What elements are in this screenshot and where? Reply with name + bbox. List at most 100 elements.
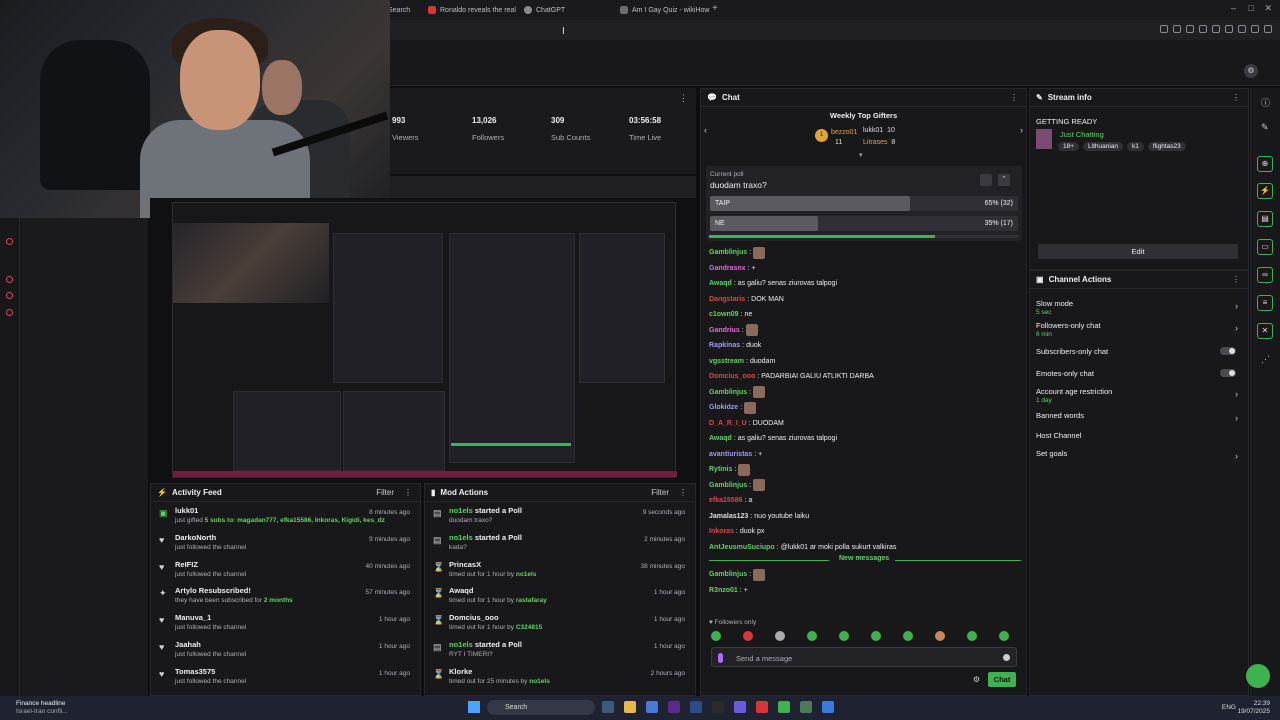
link-icon[interactable]: ∞ [1257, 267, 1273, 283]
emote-icon[interactable] [935, 631, 945, 641]
mod-user[interactable]: no1els [449, 640, 473, 649]
list-icon[interactable]: ≡ [1257, 295, 1273, 311]
chat-username[interactable]: D_A_R_I_U [709, 420, 747, 427]
chat-username[interactable]: Gamblinjus [709, 482, 747, 489]
target-icon[interactable]: ⊕ [1257, 156, 1273, 172]
filter-button[interactable]: Filter [376, 488, 394, 497]
kebab-menu-icon[interactable]: ⋮ [1232, 93, 1240, 102]
activity-user[interactable]: Tomas3575 [175, 667, 215, 676]
chevron-right-icon[interactable]: › [1235, 389, 1238, 399]
menu-icon[interactable] [1264, 25, 1272, 33]
chat-username[interactable]: avantiuristas [709, 451, 752, 458]
activity-item[interactable]: ♥ ReIFIZ just followed the channel 40 minut… [151, 556, 420, 583]
emote-icon[interactable] [903, 631, 913, 641]
gear-icon[interactable]: ⚙ [1244, 64, 1258, 78]
mod-action-item[interactable]: ▤ no1els started a Poll duodam traxo? 9 sec… [425, 502, 695, 529]
play-icon[interactable] [1199, 25, 1207, 33]
settings-icon[interactable] [6, 309, 13, 316]
mod-user[interactable]: C324815 [516, 624, 542, 631]
app-icon[interactable] [822, 701, 834, 713]
info-icon[interactable]: ⓘ [1261, 96, 1270, 109]
activity-item[interactable]: ♥ Jaahah just followed the channel 1 hour a… [151, 636, 420, 663]
settings-icon[interactable] [1225, 25, 1233, 33]
tab-chatgpt[interactable]: ChatGPT [524, 4, 565, 16]
gear-icon[interactable]: ⚙ [973, 675, 980, 684]
mod-user[interactable]: no1els [529, 678, 550, 685]
language-indicator[interactable]: ENG [1222, 704, 1236, 711]
lightning-icon[interactable]: ⚡ [1257, 183, 1273, 199]
mod-user[interactable]: rastafaray [516, 597, 547, 604]
new-messages-divider[interactable]: New messages [709, 555, 1021, 565]
kebab-menu-icon[interactable]: ⋮ [1232, 275, 1240, 284]
chat-fab-button[interactable] [1246, 664, 1270, 688]
emote-icon[interactable] [775, 631, 785, 641]
tab-ronaldo[interactable]: Ronaldo reveals the real [428, 4, 516, 16]
bookmark-icon[interactable] [1160, 25, 1168, 33]
chevron-right-icon[interactable]: › [1020, 125, 1023, 135]
taskbar-search[interactable]: Search [487, 700, 595, 715]
shield-icon[interactable] [1186, 25, 1194, 33]
windows-start-icon[interactable] [468, 701, 480, 713]
channel-action-banned-words[interactable]: Banned words › [1036, 411, 1242, 423]
chat-icon[interactable]: ▭ [1257, 239, 1273, 255]
photoshop-icon[interactable] [690, 701, 702, 713]
chat-username[interactable]: vgsstream [709, 358, 744, 365]
chat-username[interactable]: AntJeusmuSuciupo [709, 544, 775, 551]
chat-username[interactable]: Awaqd [709, 280, 732, 287]
channel-action-followers-only-chat[interactable]: Followers-only chat 6 min › [1036, 321, 1242, 338]
teams-icon[interactable] [734, 701, 746, 713]
activity-item[interactable]: ▣ lukk01 just gifted 5 subs to: magadan777… [151, 502, 420, 529]
channel-action-emotes-only-chat[interactable]: Emotes-only chat [1036, 369, 1242, 378]
poll-option-taip[interactable]: TAIP 65% (32) [710, 196, 1018, 211]
emote-icon[interactable] [839, 631, 849, 641]
premiere-icon[interactable] [668, 701, 680, 713]
maximize-icon[interactable]: □ [1249, 3, 1254, 13]
channel-action-slow-mode[interactable]: Slow mode 5 sec › [1036, 299, 1242, 316]
tab-search[interactable]: Search [388, 4, 410, 16]
tab-wikihow[interactable]: Am I Gay Quiz - wikiHow [620, 4, 709, 16]
trash-icon[interactable] [980, 174, 992, 186]
mod-action-item[interactable]: ⌛ Klorke timed out for 25 minutes by no1el… [425, 663, 695, 690]
chat-username[interactable]: R3nzo01 [709, 587, 738, 594]
channel-action-account-age-restriction[interactable]: Account age restriction 1 day › [1036, 387, 1242, 404]
channel-action-subscribers-only-chat[interactable]: Subscribers-only chat [1036, 347, 1242, 356]
chat-username[interactable]: Rytinis [709, 466, 732, 473]
mod-action-title[interactable]: no1els started a Poll [449, 640, 522, 649]
toggle-switch[interactable] [1220, 369, 1236, 377]
activity-user[interactable]: Manuva_1 [175, 613, 211, 622]
tag[interactable]: k1 [1127, 142, 1144, 151]
chevron-up-icon[interactable]: ⌃ [998, 174, 1010, 186]
new-tab-button[interactable]: + [712, 3, 718, 14]
kebab-menu-icon[interactable]: ⋮ [404, 488, 412, 497]
record-icon[interactable] [6, 238, 13, 245]
activity-item[interactable]: ♥ Manuva_1 just followed the channel 1 hour… [151, 609, 420, 636]
activity-item[interactable]: ✦ Artylo Resubscribed! they have been subs… [151, 582, 420, 609]
channel-action-host-channel[interactable]: Host Channel [1036, 431, 1242, 440]
clock[interactable]: 22:39 19/07/2025 [1237, 700, 1270, 716]
chat-input[interactable]: Send a message [711, 647, 1017, 667]
app-icon[interactable] [800, 701, 812, 713]
activity-user[interactable]: ReIFIZ [175, 560, 198, 569]
chevron-right-icon[interactable]: › [1235, 451, 1238, 461]
chat-username[interactable]: Gandrius [709, 327, 740, 334]
close-icon[interactable]: ✕ [1264, 3, 1272, 14]
chat-username[interactable]: Domcius_ooo [709, 373, 755, 380]
stream-preview[interactable]: ▣ ▣ [150, 198, 696, 482]
clock-icon[interactable] [6, 276, 13, 283]
share-icon[interactable] [1251, 25, 1259, 33]
chat-username[interactable]: Dangstaris [709, 296, 745, 303]
chat-username[interactable]: Gandrasnx [709, 265, 746, 272]
activity-user[interactable]: Jaahah [175, 640, 201, 649]
app-icon[interactable] [778, 701, 790, 713]
screenshot-icon[interactable] [1173, 25, 1181, 33]
chevron-right-icon[interactable]: › [1235, 413, 1238, 423]
filter-button[interactable]: Filter [651, 488, 669, 497]
clip-icon[interactable] [6, 292, 13, 299]
kebab-menu-icon[interactable]: ⋮ [1010, 93, 1018, 102]
chat-username[interactable]: Glokidze [709, 404, 738, 411]
stream-category[interactable]: Just Chatting [1060, 130, 1104, 139]
emoji-icon[interactable] [1003, 654, 1010, 661]
channel-action-set-goals[interactable]: Set goals › [1036, 449, 1242, 461]
expand-icon[interactable]: ▾ [859, 151, 863, 159]
minimize-icon[interactable]: – [1231, 3, 1236, 13]
